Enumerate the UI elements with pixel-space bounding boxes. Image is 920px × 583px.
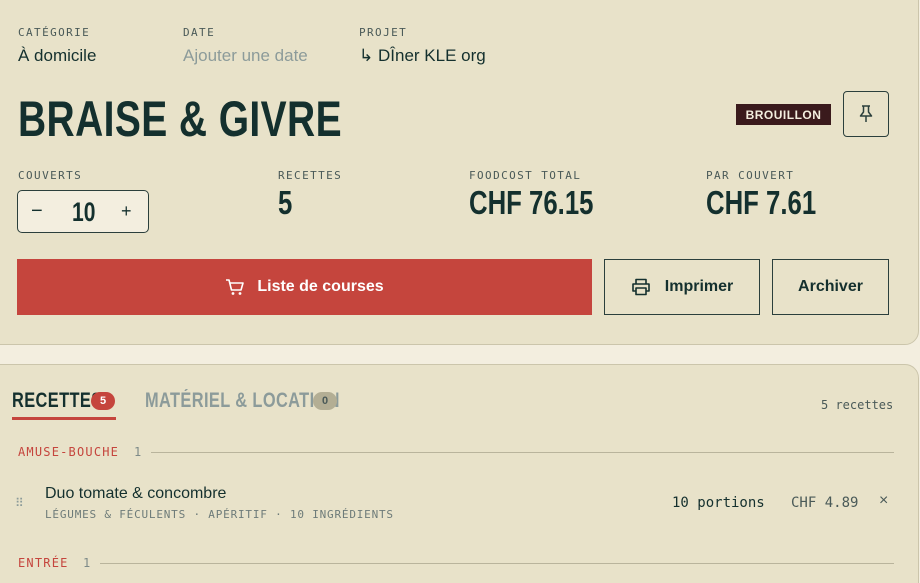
tab-equipment-rental[interactable]: MATÉRIEL & LOCATION xyxy=(145,389,340,413)
recipe-name[interactable]: Duo tomate & concombre xyxy=(45,485,226,503)
section-count: 1 xyxy=(83,556,91,570)
equipment-tab-count: 0 xyxy=(313,392,337,410)
per-cover-label: PAR COUVERT xyxy=(706,169,795,182)
date-field[interactable]: Ajouter une date xyxy=(183,46,308,66)
drag-handle-icon[interactable]: ⠿ xyxy=(15,496,24,510)
project-link[interactable]: ↳ DÎner KLE org xyxy=(359,46,486,66)
covers-value[interactable]: 10 xyxy=(72,197,95,228)
pin-icon xyxy=(859,105,873,122)
section-divider xyxy=(100,563,894,564)
increase-covers-button[interactable]: + xyxy=(121,201,132,222)
section-label-entree: ENTRÉE xyxy=(18,556,69,570)
foodcost-label: FOODCOST TOTAL xyxy=(469,169,582,182)
per-cover-value: CHF 7.61 xyxy=(706,184,817,221)
recipes-count-value: 5 xyxy=(278,184,293,221)
project-label: PROJET xyxy=(359,26,408,39)
status-badge: BROUILLON xyxy=(736,104,831,125)
recipes-total: 5 recettes xyxy=(821,398,894,412)
covers-stepper: − 10 + xyxy=(17,190,149,233)
recipes-count-label: RECETTES xyxy=(278,169,343,182)
printer-icon xyxy=(631,278,650,296)
recipe-meta: LÉGUMES & FÉCULENTS · APÉRITIF · 10 INGR… xyxy=(45,508,394,521)
page-title[interactable]: BRAISE & GIVRE xyxy=(18,90,342,148)
category-label: CATÉGORIE xyxy=(18,26,91,39)
section-count: 1 xyxy=(134,445,142,459)
recipe-portions: 10 portions xyxy=(672,495,765,511)
active-tab-indicator xyxy=(12,417,116,420)
recipes-tab-count: 5 xyxy=(91,392,115,410)
archive-label: Archiver xyxy=(798,278,863,295)
date-label: DATE xyxy=(183,26,216,39)
remove-recipe-icon[interactable]: × xyxy=(879,492,888,510)
recipe-cost: CHF 4.89 xyxy=(791,495,859,511)
covers-label: COUVERTS xyxy=(18,169,83,182)
tab-recipes[interactable]: RECETTES xyxy=(12,389,102,413)
print-button[interactable]: Imprimer xyxy=(604,259,760,315)
shopping-list-label: Liste de courses xyxy=(257,278,384,295)
recipes-panel xyxy=(0,364,919,583)
shopping-list-button[interactable]: Liste de courses xyxy=(17,259,592,315)
print-label: Imprimer xyxy=(664,278,734,295)
foodcost-value: CHF 76.15 xyxy=(469,184,594,221)
cart-icon xyxy=(226,279,245,295)
archive-button[interactable]: Archiver xyxy=(772,259,889,315)
pin-button[interactable] xyxy=(843,91,889,137)
decrease-covers-button[interactable]: − xyxy=(31,200,43,223)
category-value[interactable]: À domicile xyxy=(18,46,96,66)
project-value: DÎner KLE org xyxy=(377,46,486,65)
section-divider xyxy=(151,452,894,453)
subitem-arrow-icon: ↳ xyxy=(359,46,374,65)
section-label-amuse-bouche: AMUSE-BOUCHE xyxy=(18,445,120,459)
